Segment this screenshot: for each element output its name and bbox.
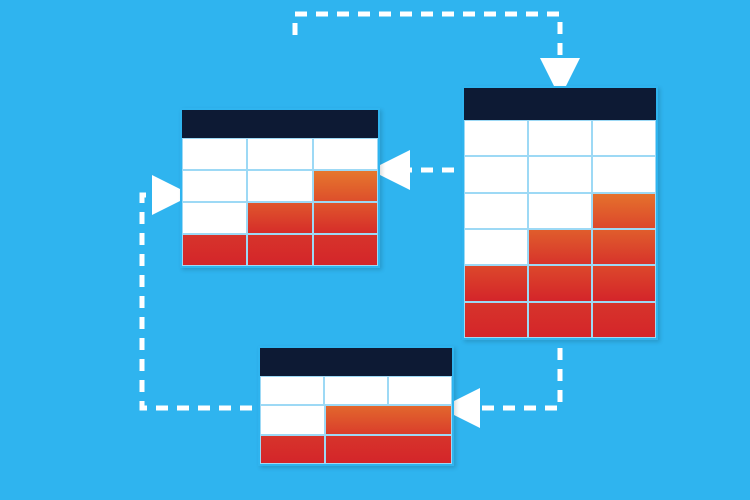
table-row [464, 156, 656, 192]
table-cell [182, 170, 247, 202]
table-row [464, 120, 656, 156]
table-cell [313, 138, 378, 170]
table-cell [313, 170, 378, 202]
table-row [182, 138, 378, 170]
table-cell [464, 265, 528, 301]
table-cell [325, 435, 452, 464]
table-header [182, 110, 378, 138]
table-cell [464, 229, 528, 265]
table-cell [324, 376, 388, 405]
table-cell [260, 435, 325, 464]
table-bottom [258, 346, 454, 466]
table-left [180, 108, 380, 268]
table-cell [592, 302, 656, 338]
table-row [260, 435, 452, 464]
table-cell [260, 376, 324, 405]
table-right [462, 86, 658, 340]
table-cell [592, 265, 656, 301]
table-cell [313, 202, 378, 234]
table-body [182, 138, 378, 266]
table-row [464, 302, 656, 338]
table-cell [247, 202, 312, 234]
table-cell [464, 302, 528, 338]
table-body [260, 376, 452, 464]
table-cell [325, 405, 452, 434]
table-cell [528, 229, 592, 265]
table-cell [182, 202, 247, 234]
diagram-canvas [0, 0, 750, 500]
table-row [464, 229, 656, 265]
table-cell [528, 265, 592, 301]
table-cell [313, 234, 378, 266]
table-body [464, 120, 656, 338]
table-cell [247, 234, 312, 266]
table-row [182, 170, 378, 202]
table-row [464, 265, 656, 301]
connector-right-down-to-bottom [460, 348, 560, 408]
table-cell [247, 170, 312, 202]
table-cell [528, 156, 592, 192]
connector-top [295, 14, 560, 78]
table-cell [464, 156, 528, 192]
table-cell [592, 120, 656, 156]
table-cell [592, 156, 656, 192]
table-cell [528, 193, 592, 229]
table-header [464, 88, 656, 120]
table-row [182, 234, 378, 266]
table-cell [260, 405, 325, 434]
table-cell [247, 138, 312, 170]
table-header [260, 348, 452, 376]
table-cell [592, 193, 656, 229]
table-row [260, 405, 452, 434]
table-row [464, 193, 656, 229]
table-row [182, 202, 378, 234]
table-cell [464, 120, 528, 156]
table-cell [592, 229, 656, 265]
table-cell [464, 193, 528, 229]
table-cell [182, 234, 247, 266]
table-row [260, 376, 452, 405]
table-cell [528, 120, 592, 156]
table-cell [182, 138, 247, 170]
table-cell [388, 376, 452, 405]
table-cell [528, 302, 592, 338]
